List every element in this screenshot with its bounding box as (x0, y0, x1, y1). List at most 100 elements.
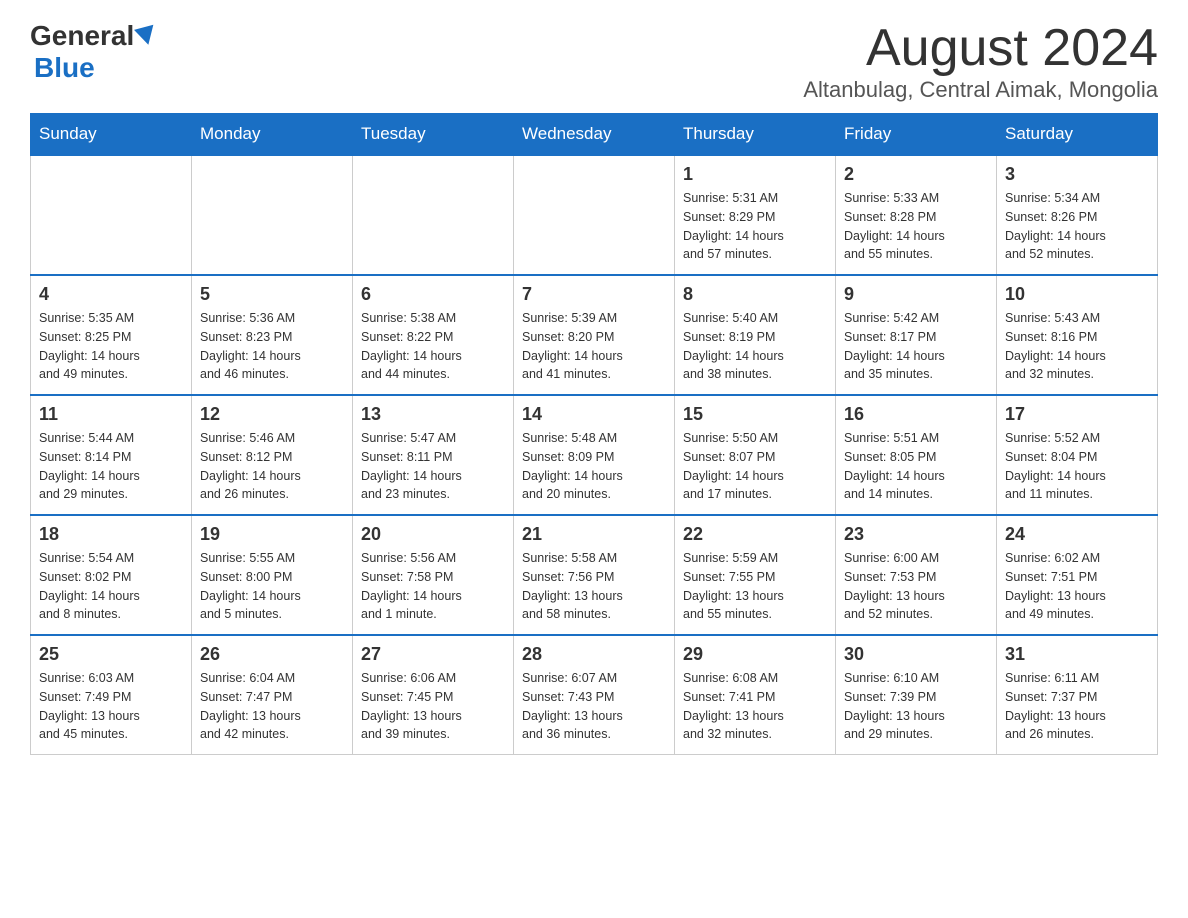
day-info: Sunrise: 6:07 AM Sunset: 7:43 PM Dayligh… (522, 669, 666, 744)
day-info: Sunrise: 5:54 AM Sunset: 8:02 PM Dayligh… (39, 549, 183, 624)
logo-triangle-icon (134, 25, 158, 48)
day-info: Sunrise: 5:35 AM Sunset: 8:25 PM Dayligh… (39, 309, 183, 384)
calendar-cell: 1 Sunrise: 5:31 AM Sunset: 8:29 PM Daylig… (675, 155, 836, 275)
calendar-cell: 25 Sunrise: 6:03 AM Sunset: 7:49 PM Dayli… (31, 635, 192, 755)
calendar-cell: 3 Sunrise: 5:34 AM Sunset: 8:26 PM Daylig… (997, 155, 1158, 275)
calendar-cell: 29Sunrise: 6:08 AM Sunset: 7:41 PM Dayli… (675, 635, 836, 755)
day-number: 31 (1005, 644, 1149, 665)
calendar-cell: 22Sunrise: 5:59 AM Sunset: 7:55 PM Dayli… (675, 515, 836, 635)
day-number: 30 (844, 644, 988, 665)
day-info: Sunrise: 6:08 AM Sunset: 7:41 PM Dayligh… (683, 669, 827, 744)
calendar-cell: 10 Sunrise: 5:43 AM Sunset: 8:16 PM Dayli… (997, 275, 1158, 395)
day-number: 13 (361, 404, 505, 425)
calendar-cell: 18 Sunrise: 5:54 AM Sunset: 8:02 PM Dayli… (31, 515, 192, 635)
day-info: Sunrise: 5:50 AM Sunset: 8:07 PM Dayligh… (683, 429, 827, 504)
day-info: Sunrise: 5:44 AM Sunset: 8:14 PM Dayligh… (39, 429, 183, 504)
title-section: August 2024 Altanbulag, Central Aimak, M… (803, 20, 1158, 103)
day-number: 15 (683, 404, 827, 425)
day-info: Sunrise: 5:31 AM Sunset: 8:29 PM Dayligh… (683, 189, 827, 264)
header-day-wednesday: Wednesday (514, 114, 675, 156)
day-info: Sunrise: 5:56 AM Sunset: 7:58 PM Dayligh… (361, 549, 505, 624)
day-info: Sunrise: 6:11 AM Sunset: 7:37 PM Dayligh… (1005, 669, 1149, 744)
day-number: 24 (1005, 524, 1149, 545)
day-number: 21 (522, 524, 666, 545)
day-info: Sunrise: 5:42 AM Sunset: 8:17 PM Dayligh… (844, 309, 988, 384)
day-number: 6 (361, 284, 505, 305)
day-info: Sunrise: 5:55 AM Sunset: 8:00 PM Dayligh… (200, 549, 344, 624)
day-info: Sunrise: 5:40 AM Sunset: 8:19 PM Dayligh… (683, 309, 827, 384)
day-info: Sunrise: 6:02 AM Sunset: 7:51 PM Dayligh… (1005, 549, 1149, 624)
day-info: Sunrise: 6:00 AM Sunset: 7:53 PM Dayligh… (844, 549, 988, 624)
header-day-monday: Monday (192, 114, 353, 156)
calendar-cell: 11 Sunrise: 5:44 AM Sunset: 8:14 PM Dayli… (31, 395, 192, 515)
day-info: Sunrise: 6:04 AM Sunset: 7:47 PM Dayligh… (200, 669, 344, 744)
day-number: 26 (200, 644, 344, 665)
calendar-week-2: 4 Sunrise: 5:35 AM Sunset: 8:25 PM Daylig… (31, 275, 1158, 395)
day-number: 2 (844, 164, 988, 185)
calendar-cell: 6Sunrise: 5:38 AM Sunset: 8:22 PM Daylig… (353, 275, 514, 395)
calendar-week-5: 25 Sunrise: 6:03 AM Sunset: 7:49 PM Dayli… (31, 635, 1158, 755)
calendar-cell: 9 Sunrise: 5:42 AM Sunset: 8:17 PM Daylig… (836, 275, 997, 395)
day-info: Sunrise: 6:06 AM Sunset: 7:45 PM Dayligh… (361, 669, 505, 744)
header-day-friday: Friday (836, 114, 997, 156)
month-title: August 2024 (803, 20, 1158, 77)
day-number: 25 (39, 644, 183, 665)
day-info: Sunrise: 5:43 AM Sunset: 8:16 PM Dayligh… (1005, 309, 1149, 384)
day-number: 9 (844, 284, 988, 305)
day-number: 16 (844, 404, 988, 425)
day-number: 7 (522, 284, 666, 305)
header-day-tuesday: Tuesday (353, 114, 514, 156)
day-info: Sunrise: 5:34 AM Sunset: 8:26 PM Dayligh… (1005, 189, 1149, 264)
calendar-week-4: 18 Sunrise: 5:54 AM Sunset: 8:02 PM Dayli… (31, 515, 1158, 635)
calendar-cell (31, 155, 192, 275)
day-number: 11 (39, 404, 183, 425)
calendar-cell: 13Sunrise: 5:47 AM Sunset: 8:11 PM Dayli… (353, 395, 514, 515)
day-info: Sunrise: 5:36 AM Sunset: 8:23 PM Dayligh… (200, 309, 344, 384)
day-number: 20 (361, 524, 505, 545)
calendar-cell: 21 Sunrise: 5:58 AM Sunset: 7:56 PM Dayli… (514, 515, 675, 635)
location-title: Altanbulag, Central Aimak, Mongolia (803, 77, 1158, 103)
day-info: Sunrise: 5:46 AM Sunset: 8:12 PM Dayligh… (200, 429, 344, 504)
calendar-body: 1 Sunrise: 5:31 AM Sunset: 8:29 PM Daylig… (31, 155, 1158, 755)
day-number: 5 (200, 284, 344, 305)
calendar-cell: 30 Sunrise: 6:10 AM Sunset: 7:39 PM Dayli… (836, 635, 997, 755)
day-number: 18 (39, 524, 183, 545)
day-info: Sunrise: 6:10 AM Sunset: 7:39 PM Dayligh… (844, 669, 988, 744)
logo-general-text: General (30, 20, 134, 52)
day-info: Sunrise: 5:58 AM Sunset: 7:56 PM Dayligh… (522, 549, 666, 624)
day-number: 1 (683, 164, 827, 185)
day-number: 10 (1005, 284, 1149, 305)
day-number: 3 (1005, 164, 1149, 185)
calendar-cell: 4 Sunrise: 5:35 AM Sunset: 8:25 PM Daylig… (31, 275, 192, 395)
logo-blue-text: Blue (34, 52, 95, 84)
day-info: Sunrise: 5:59 AM Sunset: 7:55 PM Dayligh… (683, 549, 827, 624)
calendar-cell: 2Sunrise: 5:33 AM Sunset: 8:28 PM Daylig… (836, 155, 997, 275)
day-info: Sunrise: 5:39 AM Sunset: 8:20 PM Dayligh… (522, 309, 666, 384)
calendar-cell: 19 Sunrise: 5:55 AM Sunset: 8:00 PM Dayli… (192, 515, 353, 635)
calendar-table: SundayMondayTuesdayWednesdayThursdayFrid… (30, 113, 1158, 755)
day-number: 19 (200, 524, 344, 545)
day-number: 17 (1005, 404, 1149, 425)
day-number: 8 (683, 284, 827, 305)
day-info: Sunrise: 5:48 AM Sunset: 8:09 PM Dayligh… (522, 429, 666, 504)
day-info: Sunrise: 5:51 AM Sunset: 8:05 PM Dayligh… (844, 429, 988, 504)
calendar-cell: 31 Sunrise: 6:11 AM Sunset: 7:37 PM Dayli… (997, 635, 1158, 755)
calendar-cell: 20 Sunrise: 5:56 AM Sunset: 7:58 PM Dayli… (353, 515, 514, 635)
calendar-cell: 7 Sunrise: 5:39 AM Sunset: 8:20 PM Daylig… (514, 275, 675, 395)
calendar-week-1: 1 Sunrise: 5:31 AM Sunset: 8:29 PM Daylig… (31, 155, 1158, 275)
day-info: Sunrise: 6:03 AM Sunset: 7:49 PM Dayligh… (39, 669, 183, 744)
calendar-cell: 24 Sunrise: 6:02 AM Sunset: 7:51 PM Dayli… (997, 515, 1158, 635)
calendar-cell: 23 Sunrise: 6:00 AM Sunset: 7:53 PM Dayli… (836, 515, 997, 635)
day-number: 14 (522, 404, 666, 425)
day-number: 4 (39, 284, 183, 305)
calendar-cell (353, 155, 514, 275)
day-number: 12 (200, 404, 344, 425)
header-day-thursday: Thursday (675, 114, 836, 156)
calendar-cell: 27 Sunrise: 6:06 AM Sunset: 7:45 PM Dayli… (353, 635, 514, 755)
calendar-cell: 8 Sunrise: 5:40 AM Sunset: 8:19 PM Daylig… (675, 275, 836, 395)
day-number: 23 (844, 524, 988, 545)
calendar-cell: 15 Sunrise: 5:50 AM Sunset: 8:07 PM Dayli… (675, 395, 836, 515)
calendar-week-3: 11 Sunrise: 5:44 AM Sunset: 8:14 PM Dayli… (31, 395, 1158, 515)
day-number: 27 (361, 644, 505, 665)
header-day-saturday: Saturday (997, 114, 1158, 156)
